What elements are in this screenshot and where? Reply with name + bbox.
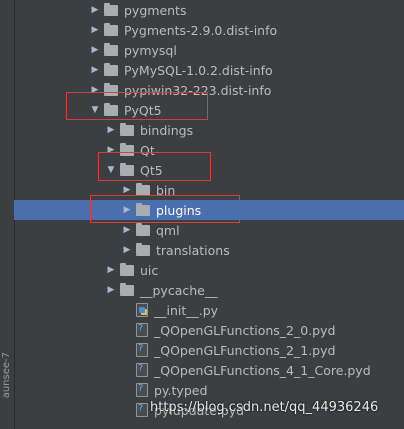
folder-icon	[120, 282, 134, 296]
chevron-right-icon[interactable]: ▶	[104, 283, 118, 297]
tree-row[interactable]: ▶ plugins	[14, 200, 404, 220]
tree-row-label: pygments	[124, 2, 187, 18]
python-file-icon	[136, 303, 148, 317]
tree-row-label: qml	[156, 222, 180, 238]
chevron-right-icon[interactable]: ▶	[104, 263, 118, 277]
tree-row[interactable]: _QOpenGLFunctions_4_1_Core.pyd	[14, 360, 404, 380]
tree-row-label: PyQt5	[124, 102, 162, 118]
tree-row-label: uic	[140, 262, 159, 278]
tree-row[interactable]: ▶ bin	[14, 180, 404, 200]
project-tree[interactable]: ▶ pygments ▶ Pygments-2.9.0.dist-info ▶ pymys…	[14, 0, 404, 429]
chevron-right-icon[interactable]: ▶	[88, 63, 102, 77]
tree-row[interactable]: ▶ pypiwin32-223.dist-info	[14, 80, 404, 100]
tree-row-label: translations	[156, 242, 230, 258]
tree-row[interactable]: ▶ pygments	[14, 0, 404, 20]
unknown-file-icon	[136, 323, 148, 337]
chevron-right-icon[interactable]: ▶	[104, 123, 118, 137]
side-tool-label[interactable]: aunsee-7	[1, 352, 12, 398]
chevron-right-icon[interactable]: ▶	[88, 83, 102, 97]
folder-icon	[136, 202, 150, 216]
folder-icon	[104, 102, 118, 116]
folder-icon	[104, 2, 118, 16]
unknown-file-icon	[136, 383, 148, 397]
tree-row-label: Qt5	[140, 162, 163, 178]
folder-icon	[104, 62, 118, 76]
tree-row-label: _QOpenGLFunctions_4_1_Core.pyd	[154, 362, 371, 378]
tree-row-label: bin	[156, 182, 176, 198]
chevron-right-icon[interactable]: ▶	[120, 243, 134, 257]
folder-icon	[104, 82, 118, 96]
folder-icon	[120, 162, 134, 176]
tree-row-label: Pygments-2.9.0.dist-info	[124, 22, 278, 38]
chevron-right-icon[interactable]: ▶	[120, 203, 134, 217]
tree-row-label: Qt	[140, 142, 155, 158]
folder-icon	[120, 142, 134, 156]
folder-icon	[104, 42, 118, 56]
folder-icon	[120, 262, 134, 276]
tree-row-label: bindings	[140, 122, 194, 138]
tree-row[interactable]: ▶ uic	[14, 260, 404, 280]
chevron-right-icon[interactable]: ▶	[88, 23, 102, 37]
tree-row[interactable]: ▶ translations	[14, 240, 404, 260]
folder-icon	[104, 22, 118, 36]
tree-row[interactable]: ▶ Pygments-2.9.0.dist-info	[14, 20, 404, 40]
tree-row-label: py.typed	[154, 382, 208, 398]
unknown-file-icon	[136, 363, 148, 377]
tree-row[interactable]: py.typed	[14, 380, 404, 400]
chevron-right-icon[interactable]: ▶	[120, 183, 134, 197]
unknown-file-icon	[136, 403, 148, 417]
tree-row-label: _QOpenGLFunctions_2_0.pyd	[154, 322, 336, 338]
tree-row[interactable]: ▶ Qt	[14, 140, 404, 160]
folder-icon	[136, 182, 150, 196]
chevron-down-icon[interactable]: ▼	[104, 163, 118, 177]
tree-row[interactable]: _QOpenGLFunctions_2_1.pyd	[14, 340, 404, 360]
folder-icon	[120, 122, 134, 136]
tree-row-label: pymysql	[124, 42, 177, 58]
tree-row-label: __pycache__	[140, 282, 218, 298]
tree-row-label: _QOpenGLFunctions_2_1.pyd	[154, 342, 336, 358]
tree-row-label: plugins	[156, 202, 202, 218]
tree-row-label: __init__.py	[154, 302, 219, 318]
chevron-right-icon[interactable]: ▶	[120, 223, 134, 237]
tree-row[interactable]: __init__.py	[14, 300, 404, 320]
watermark: https://blog.csdn.net/qq_44936246	[150, 400, 379, 415]
side-tool-strip[interactable]: aunsee-7	[0, 0, 15, 429]
tree-row[interactable]: ▶ __pycache__	[14, 280, 404, 300]
chevron-right-icon[interactable]: ▶	[88, 43, 102, 57]
tree-row[interactable]: ▶ qml	[14, 220, 404, 240]
tree-row[interactable]: ▶ pymysql	[14, 40, 404, 60]
tree-row[interactable]: _QOpenGLFunctions_2_0.pyd	[14, 320, 404, 340]
folder-icon	[136, 242, 150, 256]
unknown-file-icon	[136, 343, 148, 357]
folder-icon	[136, 222, 150, 236]
chevron-right-icon[interactable]: ▶	[104, 143, 118, 157]
tree-row[interactable]: ▼ PyQt5	[14, 100, 404, 120]
tree-row[interactable]: ▶ PyMySQL-1.0.2.dist-info	[14, 60, 404, 80]
tree-row[interactable]: ▶ bindings	[14, 120, 404, 140]
chevron-down-icon[interactable]: ▼	[88, 103, 102, 117]
tree-row-label: pypiwin32-223.dist-info	[124, 82, 272, 98]
chevron-right-icon[interactable]: ▶	[88, 3, 102, 17]
tree-row-label: PyMySQL-1.0.2.dist-info	[124, 62, 273, 78]
tree-row[interactable]: ▼ Qt5	[14, 160, 404, 180]
